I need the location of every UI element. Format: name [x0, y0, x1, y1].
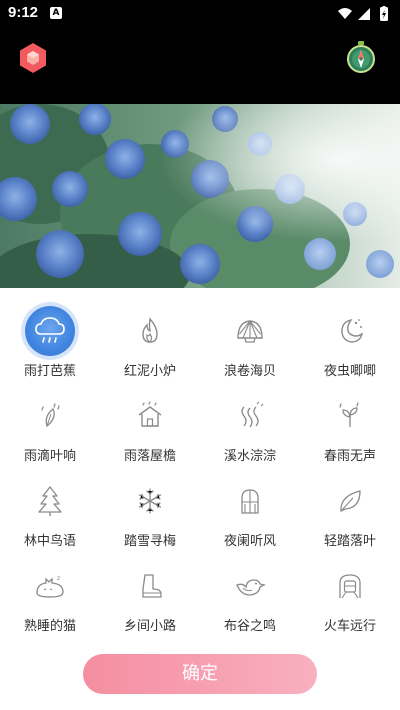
sound-label: 夜虫唧唧	[323, 364, 376, 379]
sound-label: 乡间小路	[123, 619, 176, 634]
boot-icon	[125, 561, 175, 611]
sound-label: 雨打芭蕉	[23, 364, 76, 379]
moon-stars-icon	[325, 306, 375, 356]
red-hexagon-icon[interactable]	[18, 42, 48, 74]
cloud-rain-icon	[25, 306, 75, 356]
stream-icon	[225, 391, 275, 441]
leaf-rain-icon	[25, 391, 75, 441]
sound-item[interactable]: 雨滴叶响	[0, 385, 100, 470]
sound-item[interactable]: 浪卷海贝	[200, 300, 300, 385]
snowflake-icon	[125, 476, 175, 526]
battery-icon	[380, 6, 388, 21]
compass-icon[interactable]	[344, 40, 378, 74]
sound-item[interactable]: 雨落屋檐	[100, 385, 200, 470]
sound-label: 红泥小炉	[123, 364, 176, 379]
sound-label: 春雨无声	[323, 449, 376, 464]
sound-item[interactable]: z 熟睡的猫	[0, 555, 100, 640]
sound-item[interactable]: 红泥小炉	[100, 300, 200, 385]
flame-icon	[125, 306, 175, 356]
sound-label: 雨落屋檐	[123, 449, 176, 464]
app-header	[0, 28, 400, 104]
sleeping-cat-icon: z	[25, 561, 75, 611]
sound-label: 火车远行	[323, 619, 376, 634]
sound-item[interactable]: 雨打芭蕉	[0, 300, 100, 385]
sound-label: 轻踏落叶	[323, 534, 376, 549]
status-icons	[338, 6, 388, 21]
sprout-rain-icon	[325, 391, 375, 441]
sound-item[interactable]: 溪水淙淙	[200, 385, 300, 470]
sound-item[interactable]: 布谷之鸣	[200, 555, 300, 640]
sound-item[interactable]: 夜阑听风	[200, 470, 300, 555]
svg-text:z: z	[57, 575, 60, 582]
sound-label: 夜阑听风	[223, 534, 276, 549]
sound-item[interactable]: 踏雪寻梅	[100, 470, 200, 555]
sound-item[interactable]: 乡间小路	[100, 555, 200, 640]
sound-item[interactable]: 火车远行	[300, 555, 400, 640]
status-bar: 9:12 A	[0, 0, 400, 28]
sound-label: 雨滴叶响	[23, 449, 76, 464]
house-rain-icon	[125, 391, 175, 441]
sound-label: 林中鸟语	[23, 534, 76, 549]
sound-item[interactable]: 夜虫唧唧	[300, 300, 400, 385]
confirm-button[interactable]: 确定	[83, 654, 317, 694]
signal-icon	[358, 8, 370, 20]
sound-item[interactable]: 春雨无声	[300, 385, 400, 470]
wifi-icon	[338, 8, 352, 19]
hydrangea-illustration	[0, 104, 400, 288]
status-time: 9:12	[8, 4, 39, 21]
window-icon	[225, 476, 275, 526]
sound-label: 熟睡的猫	[23, 619, 76, 634]
hero-image	[0, 104, 400, 288]
sound-label: 溪水淙淙	[223, 449, 276, 464]
pine-tree-icon	[25, 476, 75, 526]
seashell-icon	[225, 306, 275, 356]
sound-label: 布谷之鸣	[223, 619, 276, 634]
sound-item[interactable]: 轻踏落叶	[300, 470, 400, 555]
train-icon	[325, 561, 375, 611]
sound-grid: 雨打芭蕉 红泥小炉 浪卷海贝 夜虫唧唧雨滴叶响 雨落屋檐 溪水淙淙 春雨无声林中鸟语 踏雪寻梅…	[0, 300, 400, 640]
notification-badge-icon: A	[50, 7, 62, 19]
sound-label: 踏雪寻梅	[123, 534, 176, 549]
sound-item[interactable]: 林中鸟语	[0, 470, 100, 555]
sound-label: 浪卷海贝	[223, 364, 276, 379]
bird-icon	[225, 561, 275, 611]
leaf-icon	[325, 476, 375, 526]
